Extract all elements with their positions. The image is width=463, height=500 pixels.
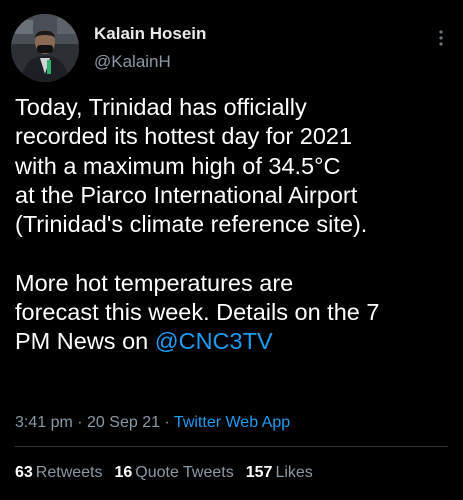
meta-separator: · [159, 414, 174, 431]
likes-label: Likes [275, 464, 313, 481]
tweet-line: More hot temperatures are [15, 269, 294, 296]
mention-link[interactable]: @CNC3TV [155, 328, 273, 354]
more-options-icon [439, 30, 443, 46]
user-handle[interactable]: @KalainH [94, 52, 206, 72]
tweet-line: (Trinidad's climate reference site). [15, 211, 368, 238]
tweet-meta: 3:41 pm · 20 Sep 21 · Twitter Web App [15, 413, 290, 433]
retweets-label: Retweets [35, 464, 103, 481]
tweet-paragraph-1: Today, Trinidad has officially recorded … [15, 93, 455, 239]
retweets-stat[interactable]: 63 Retweets [15, 463, 103, 483]
author-block: Kalain Hosein @KalainH [94, 24, 206, 72]
quote-tweets-count: 16 [114, 464, 133, 481]
tweet-line: with a maximum high of 34.5°C [15, 152, 341, 179]
tweet-line: Today, Trinidad has officially [15, 94, 307, 120]
tweet-line: recorded its hottest day for 2021 [15, 123, 353, 150]
meta-separator: · [72, 414, 88, 431]
tweet-line: forecast this week. Details on the 7 [15, 299, 380, 326]
quote-tweets-label: Quote Tweets [135, 464, 234, 481]
person-avatar-icon [11, 14, 79, 82]
tweet-source-link[interactable]: Twitter Web App [174, 414, 290, 431]
quote-tweets-stat[interactable]: 16 Quote Tweets [115, 463, 234, 483]
tweet-date[interactable]: 20 Sep 21 [87, 414, 160, 431]
retweets-count: 63 [15, 464, 33, 481]
more-options-button[interactable] [433, 28, 449, 48]
likes-stat[interactable]: 157 Likes [246, 463, 313, 483]
display-name[interactable]: Kalain Hosein [94, 24, 206, 44]
likes-count: 157 [245, 464, 273, 481]
avatar[interactable] [11, 14, 79, 82]
divider [15, 446, 448, 447]
tweet-time[interactable]: 3:41 pm [15, 414, 73, 431]
tweet: Kalain Hosein @KalainH Today, Trinidad h… [0, 0, 463, 500]
tweet-line-text: PM News on [15, 328, 155, 355]
tweet-paragraph-2: More hot temperatures are forecast this … [15, 269, 455, 357]
tweet-line: at the Piarco International Airport [15, 181, 358, 208]
tweet-text: Today, Trinidad has officially recorded … [15, 93, 455, 357]
engagement-stats: 63 Retweets 16 Quote Tweets 157 Likes [15, 463, 325, 483]
tweet-line: PM News on @CNC3TV [15, 327, 455, 356]
